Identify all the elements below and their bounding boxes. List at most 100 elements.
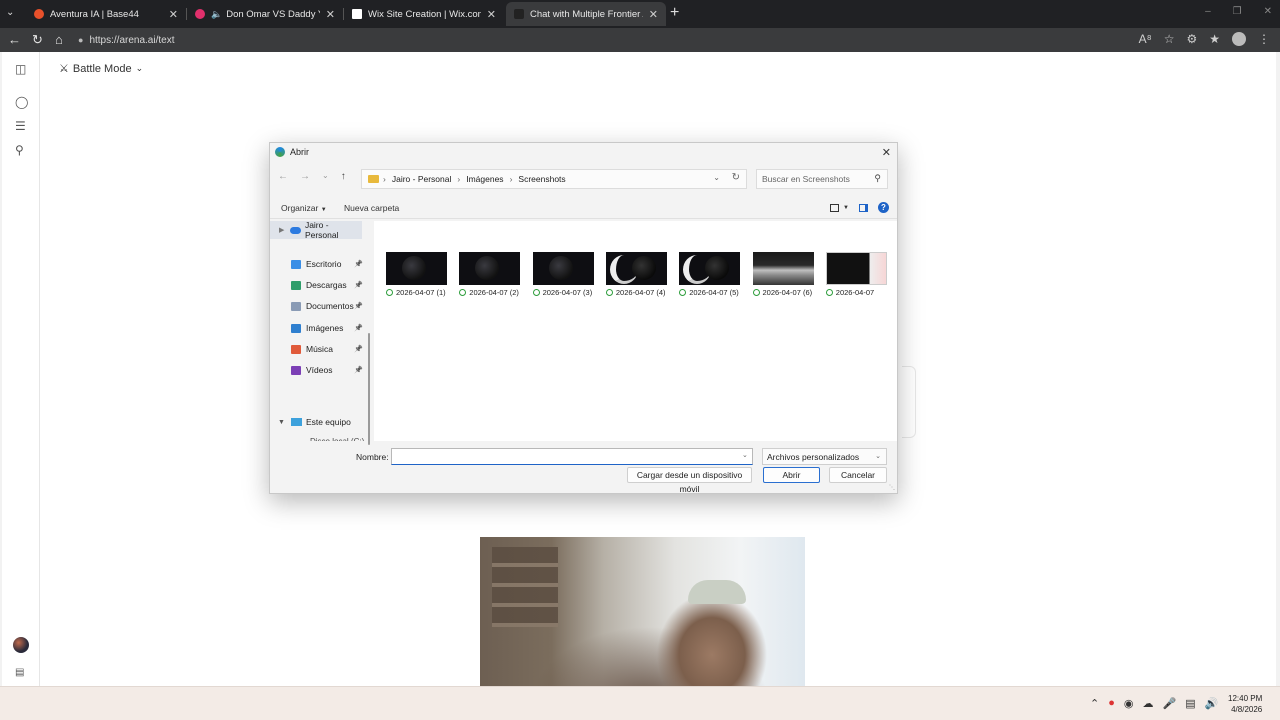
dialog-close-icon[interactable]: ✕ <box>882 146 891 159</box>
help-icon[interactable]: ? <box>878 202 889 213</box>
nav-item[interactable]: Música 📌 <box>291 344 363 354</box>
reload-icon[interactable]: ↻ <box>32 32 43 48</box>
file-item[interactable]: 2026-04-07 (3) <box>532 252 594 297</box>
steam-icon[interactable]: ◉ <box>1124 697 1134 710</box>
tab-actions-menu-icon[interactable]: ⌄ <box>6 7 14 18</box>
resize-grip-icon[interactable]: ⋱ <box>889 484 895 491</box>
this-pc-item[interactable]: ▼ Este equipo <box>278 417 351 427</box>
clock-time: 12:40 PM <box>1228 694 1263 703</box>
new-tab-icon[interactable]: + <box>670 4 679 22</box>
recent-locations-chevron-icon[interactable]: ⌄ <box>322 171 329 182</box>
browser-tab-2[interactable]: 🔈 Don Omar VS Daddy Yankee | ... ✕ <box>187 2 343 26</box>
chat-list-icon[interactable]: ☰ <box>15 119 26 133</box>
chevron-down-icon[interactable]: ⌄ <box>742 451 748 459</box>
nav-item-partial[interactable]: Disco local (C:) <box>310 437 364 441</box>
nav-item[interactable]: Imágenes 📌 <box>291 323 363 333</box>
breadcrumb-item[interactable]: Jairo - Personal <box>392 174 452 184</box>
notes-icon[interactable]: ▤ <box>15 667 24 678</box>
folder-icon <box>291 323 301 333</box>
browser-tab-1[interactable]: Aventura IA | Base44 ✕ <box>26 2 186 26</box>
breadcrumb[interactable]: › Jairo - Personal › Imágenes › Screensh… <box>361 169 747 189</box>
favorites-list-icon[interactable]: ★ <box>1209 32 1220 46</box>
close-tab-icon[interactable]: ✕ <box>169 8 178 21</box>
file-caption: 2026-04-07 (1) <box>386 288 447 297</box>
minimize-icon[interactable]: – <box>1205 6 1211 17</box>
network-icon[interactable]: ▤ <box>1185 697 1195 710</box>
clock[interactable]: 12:40 PM 4/8/2026 <box>1228 693 1262 715</box>
close-tab-icon[interactable]: ✕ <box>326 8 335 21</box>
nav-item[interactable]: Descargas 📌 <box>291 280 363 290</box>
instagram-favicon-icon <box>195 9 205 19</box>
file-item[interactable]: 2026-04-07 (5) <box>679 252 741 297</box>
caret-down-icon[interactable]: ▼ <box>843 205 849 211</box>
onedrive-item[interactable]: ▶ Jairo - Personal <box>270 220 362 240</box>
browser-tab-4-active[interactable]: Chat with Multiple Frontier AI Mo... ✕ <box>506 2 666 26</box>
file-item[interactable]: 2026-04-07 (2) <box>459 252 521 297</box>
pin-icon[interactable]: 📌 <box>354 324 363 332</box>
toggle-sidebar-icon[interactable]: ◫ <box>15 62 26 76</box>
file-item[interactable]: 2026-04-07 (6) <box>752 252 814 297</box>
microphone-icon[interactable]: 🎤 <box>1162 697 1176 710</box>
file-item[interactable]: 2026-04-07 (1) <box>386 252 447 297</box>
forward-arrow-icon[interactable]: → <box>300 171 310 182</box>
browser-tab-3[interactable]: Wix Site Creation | Wix.com ✕ <box>344 2 504 26</box>
pin-icon[interactable]: 📌 <box>354 260 363 268</box>
read-aloud-icon[interactable]: A⁸ <box>1139 32 1152 46</box>
search-input[interactable]: Buscar en Screenshots ⚲ <box>756 169 888 189</box>
search-icon[interactable]: ⚲ <box>15 143 24 157</box>
file-item[interactable]: 2026-04-07 (4) <box>605 252 667 297</box>
show-hidden-icons-icon[interactable]: ⌃ <box>1090 697 1099 710</box>
nav-item[interactable]: Escritorio 📌 <box>291 259 363 269</box>
chevron-down-icon[interactable]: ⌄ <box>713 173 720 182</box>
up-arrow-icon[interactable]: ↑ <box>341 171 346 182</box>
refresh-icon[interactable]: ↻ <box>732 172 740 183</box>
pin-icon[interactable]: 📌 <box>354 345 363 353</box>
breadcrumb-item[interactable]: Imágenes <box>466 174 503 184</box>
file-type-select[interactable]: Archivos personalizados ⌄ <box>762 448 887 465</box>
organize-button[interactable]: Organizar ▼ <box>281 203 327 213</box>
extensions-icon[interactable]: ⚙ <box>1186 32 1197 46</box>
nav-item[interactable]: Vídeos 📌 <box>291 365 363 375</box>
open-button[interactable]: Abrir <box>763 467 820 483</box>
pin-icon[interactable]: 📌 <box>354 302 363 310</box>
close-tab-icon[interactable]: ✕ <box>649 8 658 21</box>
back-arrow-icon[interactable]: ← <box>278 171 288 182</box>
upload-from-mobile-button[interactable]: Cargar desde un dispositivo móvil <box>627 467 752 494</box>
volume-icon[interactable]: 🔊 <box>1205 697 1219 710</box>
filename-input[interactable] <box>391 448 753 465</box>
nav-item[interactable]: Documentos 📌 <box>291 301 363 311</box>
profile-avatar-icon[interactable] <box>1232 32 1246 46</box>
cancel-button[interactable]: Cancelar <box>829 467 887 483</box>
cloud-icon[interactable]: ☁ <box>1142 697 1153 710</box>
pin-icon[interactable]: 📌 <box>354 281 363 289</box>
app-tray-icon[interactable]: ● <box>1108 697 1115 710</box>
more-menu-icon[interactable]: ⋮ <box>1258 32 1270 46</box>
file-name: 2026-04-07 (2) <box>469 288 519 297</box>
sync-status-icon <box>532 289 540 296</box>
pin-icon[interactable]: 📌 <box>354 366 363 374</box>
search-icon[interactable]: ⚲ <box>874 173 881 184</box>
sync-status-icon <box>605 289 613 296</box>
maximize-icon[interactable]: ❐ <box>1233 6 1242 17</box>
home-icon[interactable]: ⌂ <box>55 32 63 47</box>
clock-date: 4/8/2026 <box>1231 705 1263 714</box>
new-folder-button[interactable]: Nueva carpeta <box>344 203 399 213</box>
file-item[interactable]: 2026-04-07 <box>825 252 887 297</box>
close-window-icon[interactable]: ✕ <box>1264 6 1272 17</box>
user-avatar[interactable] <box>13 637 29 653</box>
view-mode-icon[interactable] <box>830 203 840 212</box>
breadcrumb-item[interactable]: Screenshots <box>518 174 565 184</box>
speaker-icon[interactable]: 🔈 <box>211 9 222 20</box>
sync-status-icon <box>825 289 833 296</box>
preview-pane-icon[interactable] <box>859 203 868 212</box>
back-arrow-icon[interactable]: ← <box>8 32 21 47</box>
chevron-down-icon[interactable]: ▼ <box>278 419 285 426</box>
chevron-right-icon[interactable]: ▶ <box>279 226 284 234</box>
window-controls: – ❐ ✕ <box>1205 6 1272 17</box>
url-field[interactable]: ● https://arena.ai/text <box>78 30 1258 50</box>
battle-mode-dropdown[interactable]: ⚔ Battle Mode ⌄ <box>59 62 143 76</box>
new-chat-icon[interactable]: ◯ <box>15 95 28 109</box>
nav-scrollbar[interactable] <box>368 333 370 445</box>
close-tab-icon[interactable]: ✕ <box>487 8 496 21</box>
favorite-star-icon[interactable]: ☆ <box>1164 32 1175 46</box>
